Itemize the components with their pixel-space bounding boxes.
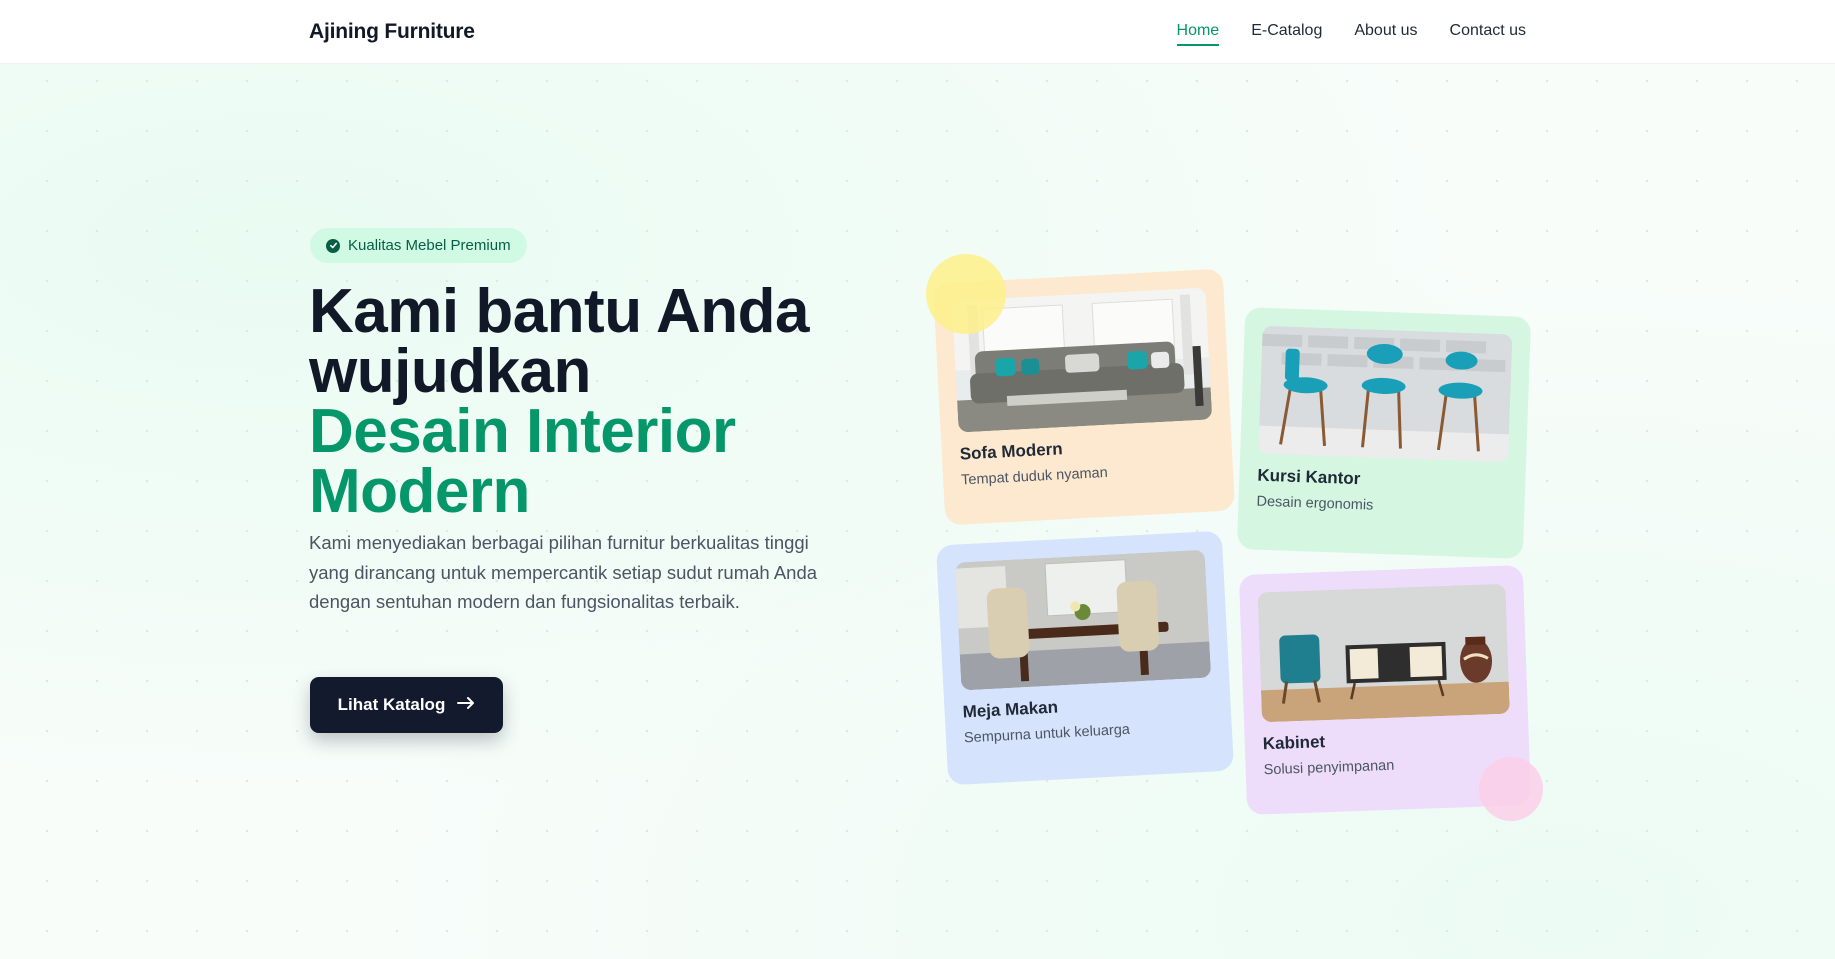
hero-headline: Kami bantu Anda wujudkan Desain Interior… — [309, 277, 869, 526]
nav-about-us[interactable]: About us — [1354, 22, 1417, 46]
top-navbar: Ajining Furniture Home E-Catalog About u… — [0, 0, 1835, 64]
view-catalog-button[interactable]: Lihat Katalog — [310, 677, 503, 733]
category-card-dining-table[interactable]: Meja Makan Sempurna untuk keluarga — [935, 530, 1235, 786]
view-catalog-label: Lihat Katalog — [337, 695, 446, 714]
brand-logo[interactable]: Ajining Furniture — [309, 20, 475, 44]
card-subtitle: Solusi penyimpanan — [1263, 757, 1395, 779]
card-title: Meja Makan — [962, 697, 1059, 722]
dot-pattern-background — [0, 64, 1835, 959]
category-card-office-chair[interactable]: Kursi Kantor Desain ergonomis — [1236, 307, 1532, 559]
headline-line-1: Kami bantu Anda — [309, 277, 810, 346]
nav-contact-us[interactable]: Contact us — [1450, 22, 1526, 46]
card-title: Kabinet — [1262, 732, 1326, 754]
headline-highlight-line-2: Modern — [309, 457, 530, 526]
hero-description: Kami menyediakan berbagai pilihan furnit… — [309, 532, 818, 612]
card-title: Kursi Kantor — [1257, 465, 1361, 489]
cabinet-photo — [1257, 583, 1510, 723]
card-subtitle: Sempurna untuk keluarga — [963, 721, 1131, 747]
decorative-yellow-circle — [926, 254, 1006, 334]
premium-quality-badge: Kualitas Mebel Premium — [310, 228, 527, 263]
office-chair-photo — [1258, 325, 1513, 463]
card-title: Sofa Modern — [959, 439, 1064, 464]
headline-line-2: wujudkan — [309, 337, 591, 406]
headline-highlight-line-1: Desain Interior — [309, 397, 736, 466]
arrow-right-icon — [457, 695, 475, 715]
check-circle-icon — [326, 238, 340, 253]
dining-table-photo — [954, 549, 1212, 691]
hero-section — [0, 64, 1835, 959]
badge-label: Kualitas Mebel Premium — [348, 237, 511, 254]
card-subtitle: Tempat duduk nyaman — [960, 464, 1109, 489]
card-subtitle: Desain ergonomis — [1256, 493, 1374, 514]
decorative-pink-circle — [1479, 757, 1543, 821]
nav-e-catalog[interactable]: E-Catalog — [1251, 22, 1322, 46]
main-nav: Home E-Catalog About us Contact us — [1176, 22, 1526, 46]
nav-home[interactable]: Home — [1176, 22, 1220, 46]
